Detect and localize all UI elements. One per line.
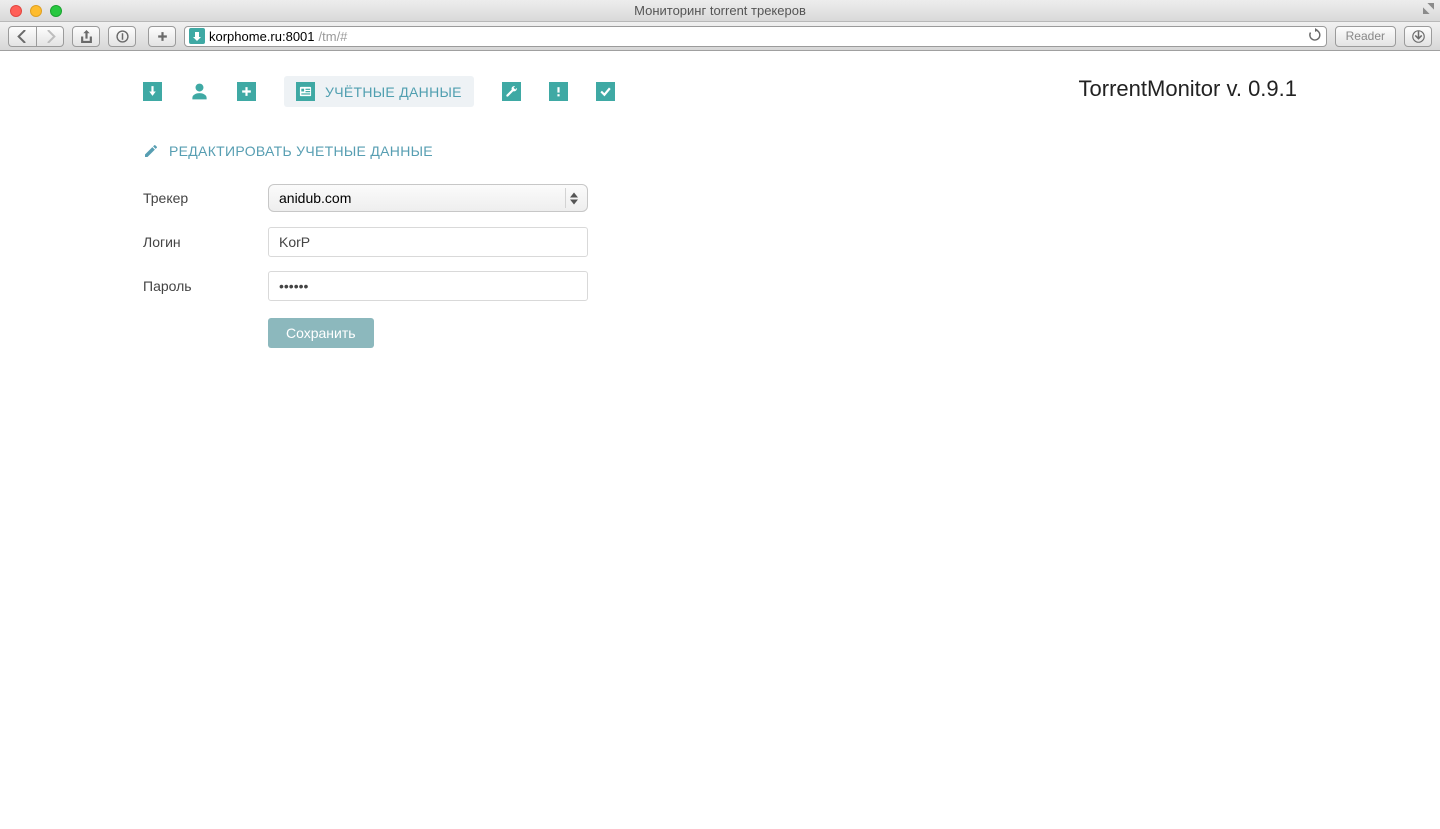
add-icon[interactable] — [237, 82, 256, 101]
check-icon[interactable] — [596, 82, 615, 101]
minimize-window-button[interactable] — [30, 5, 42, 17]
login-input[interactable] — [268, 227, 588, 257]
url-host: korphome.ru:8001 — [209, 29, 315, 44]
login-row: Логин — [143, 220, 593, 264]
pencil-icon — [143, 143, 159, 159]
url-path: /tm/# — [319, 29, 348, 44]
page-content: УЧЁТНЫЕ ДАННЫЕ TorrentMonitor v. 0.9.1 Р… — [0, 51, 1440, 829]
share-button[interactable] — [72, 26, 100, 47]
favicon-icon — [189, 28, 205, 44]
window-titlebar: Мониторинг torrent трекеров — [0, 0, 1440, 22]
save-button-label: Сохранить — [286, 325, 356, 341]
add-bookmark-button[interactable] — [148, 26, 176, 47]
downloads-button[interactable] — [1404, 26, 1432, 47]
zoom-window-button[interactable] — [50, 5, 62, 17]
alert-icon[interactable] — [549, 82, 568, 101]
section-header: РЕДАКТИРОВАТЬ УЧЕТНЫЕ ДАННЫЕ — [143, 143, 433, 159]
tracker-value: anidub.com — [279, 190, 351, 206]
credentials-tab-label: УЧЁТНЫЕ ДАННЫЕ — [325, 84, 462, 100]
tracker-select[interactable]: anidub.com — [268, 184, 588, 212]
close-window-button[interactable] — [10, 5, 22, 17]
save-button[interactable]: Сохранить — [268, 318, 374, 348]
section-title: РЕДАКТИРОВАТЬ УЧЕТНЫЕ ДАННЫЕ — [169, 143, 433, 159]
nav-buttons — [8, 26, 64, 47]
chevron-updown-icon — [565, 188, 581, 208]
password-row: Пароль — [143, 264, 593, 308]
credentials-tab[interactable]: УЧЁТНЫЕ ДАННЫЕ — [284, 76, 474, 107]
window-title: Мониторинг torrent трекеров — [0, 3, 1440, 18]
fullscreen-icon[interactable] — [1423, 3, 1434, 17]
reader-label: Reader — [1346, 29, 1385, 43]
tracker-label: Трекер — [143, 190, 268, 206]
reader-button[interactable]: Reader — [1335, 26, 1396, 47]
browser-toolbar: korphome.ru:8001/tm/# Reader — [0, 22, 1440, 51]
download-icon[interactable] — [143, 82, 162, 101]
reload-button[interactable] — [1308, 28, 1322, 45]
traffic-lights — [0, 5, 62, 17]
url-bar[interactable]: korphome.ru:8001/tm/# — [184, 26, 1327, 47]
app-title: TorrentMonitor v. 0.9.1 — [1079, 76, 1297, 102]
password-label: Пароль — [143, 278, 268, 294]
forward-button[interactable] — [36, 26, 64, 47]
tracker-row: Трекер anidub.com — [143, 176, 593, 220]
back-button[interactable] — [8, 26, 36, 47]
login-label: Логин — [143, 234, 268, 250]
stop-button[interactable] — [108, 26, 136, 47]
top-nav: УЧЁТНЫЕ ДАННЫЕ — [143, 76, 615, 107]
user-icon[interactable] — [190, 82, 209, 101]
password-input[interactable] — [268, 271, 588, 301]
wrench-icon[interactable] — [502, 82, 521, 101]
credentials-form: Трекер anidub.com Логин Пароль — [143, 176, 593, 348]
id-card-icon — [296, 82, 315, 101]
